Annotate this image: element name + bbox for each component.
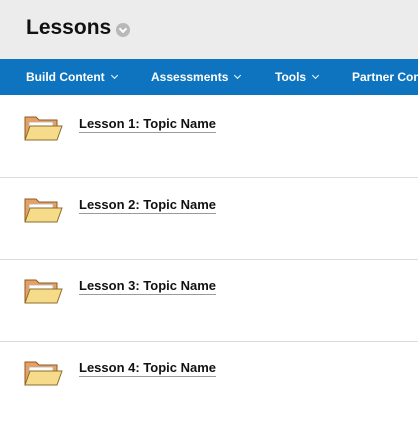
- list-item: Lesson 1: Topic Name: [0, 95, 418, 177]
- folder-open-icon: [24, 116, 63, 141]
- page-title: Lessons: [26, 16, 112, 39]
- folder-open-icon: [24, 198, 63, 223]
- nav-assessments-label: Assessments: [151, 70, 229, 84]
- chevron-down-icon: [312, 71, 320, 80]
- content-nav-bar: Build Content Assessments Tools Partner …: [0, 59, 418, 95]
- lesson-link[interactable]: Lesson 2: Topic Name: [79, 197, 217, 214]
- nav-assessments[interactable]: Assessments: [151, 70, 242, 84]
- lesson-link[interactable]: Lesson 1: Topic Name: [79, 116, 217, 133]
- folder-open-icon: [24, 279, 63, 304]
- nav-partner-content[interactable]: Partner Con: [352, 70, 418, 84]
- list-item: Lesson 3: Topic Name: [0, 260, 418, 342]
- nav-tools-label: Tools: [275, 70, 307, 84]
- nav-tools[interactable]: Tools: [275, 70, 320, 84]
- list-item: Lesson 2: Topic Name: [0, 178, 418, 260]
- folder-open-icon: [24, 361, 63, 386]
- nav-partner-content-label: Partner Con: [352, 70, 418, 84]
- lesson-link[interactable]: Lesson 3: Topic Name: [79, 278, 217, 295]
- chevron-down-circle-icon[interactable]: [116, 23, 130, 37]
- nav-build-content-label: Build Content: [26, 70, 105, 84]
- lesson-link[interactable]: Lesson 4: Topic Name: [79, 360, 217, 377]
- nav-build-content[interactable]: Build Content: [26, 70, 118, 84]
- page-header: Lessons: [0, 0, 418, 59]
- chevron-down-icon: [234, 71, 242, 80]
- chevron-down-icon: [110, 71, 118, 80]
- list-item: Lesson 4: Topic Name: [0, 342, 418, 424]
